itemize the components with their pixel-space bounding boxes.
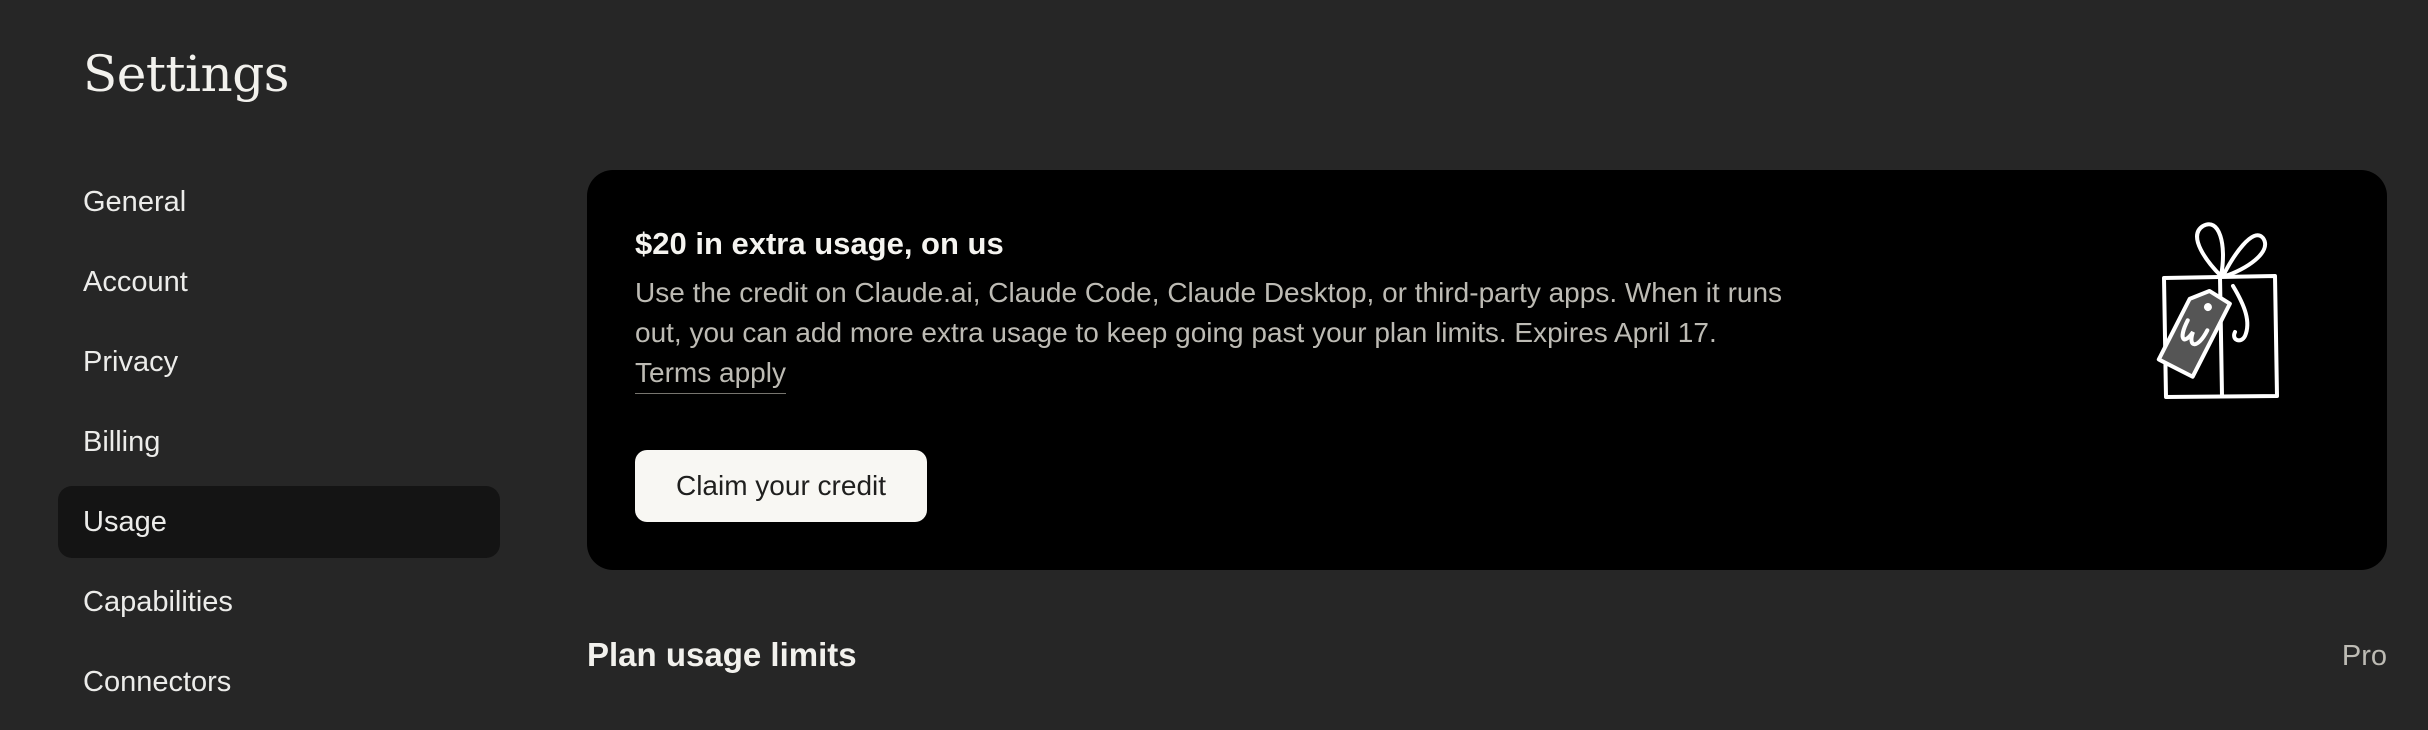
- sidebar-item-general[interactable]: General: [58, 166, 500, 238]
- terms-apply-link[interactable]: Terms apply: [635, 353, 786, 394]
- settings-sidebar: General Account Privacy Billing Usage Ca…: [58, 166, 500, 726]
- plan-usage-limits-heading: Plan usage limits: [587, 636, 857, 673]
- sidebar-item-billing[interactable]: Billing: [58, 406, 500, 478]
- plan-name-label: Pro: [2341, 640, 2387, 672]
- page-title: Settings: [83, 45, 289, 103]
- sidebar-item-privacy[interactable]: Privacy: [58, 326, 500, 398]
- gift-box-icon: [2156, 222, 2279, 399]
- sidebar-item-usage[interactable]: Usage: [58, 486, 500, 558]
- sidebar-item-account[interactable]: Account: [58, 246, 500, 318]
- extra-usage-promo-card: $20 in extra usage, on us Use the credit…: [587, 170, 2387, 570]
- claim-credit-button[interactable]: Claim your credit: [635, 450, 927, 522]
- promo-description: Use the credit on Claude.ai, Claude Code…: [635, 277, 1783, 348]
- sidebar-item-capabilities[interactable]: Capabilities: [58, 566, 500, 638]
- promo-title: $20 in extra usage, on us: [635, 226, 1004, 261]
- sidebar-item-connectors[interactable]: Connectors: [58, 646, 500, 718]
